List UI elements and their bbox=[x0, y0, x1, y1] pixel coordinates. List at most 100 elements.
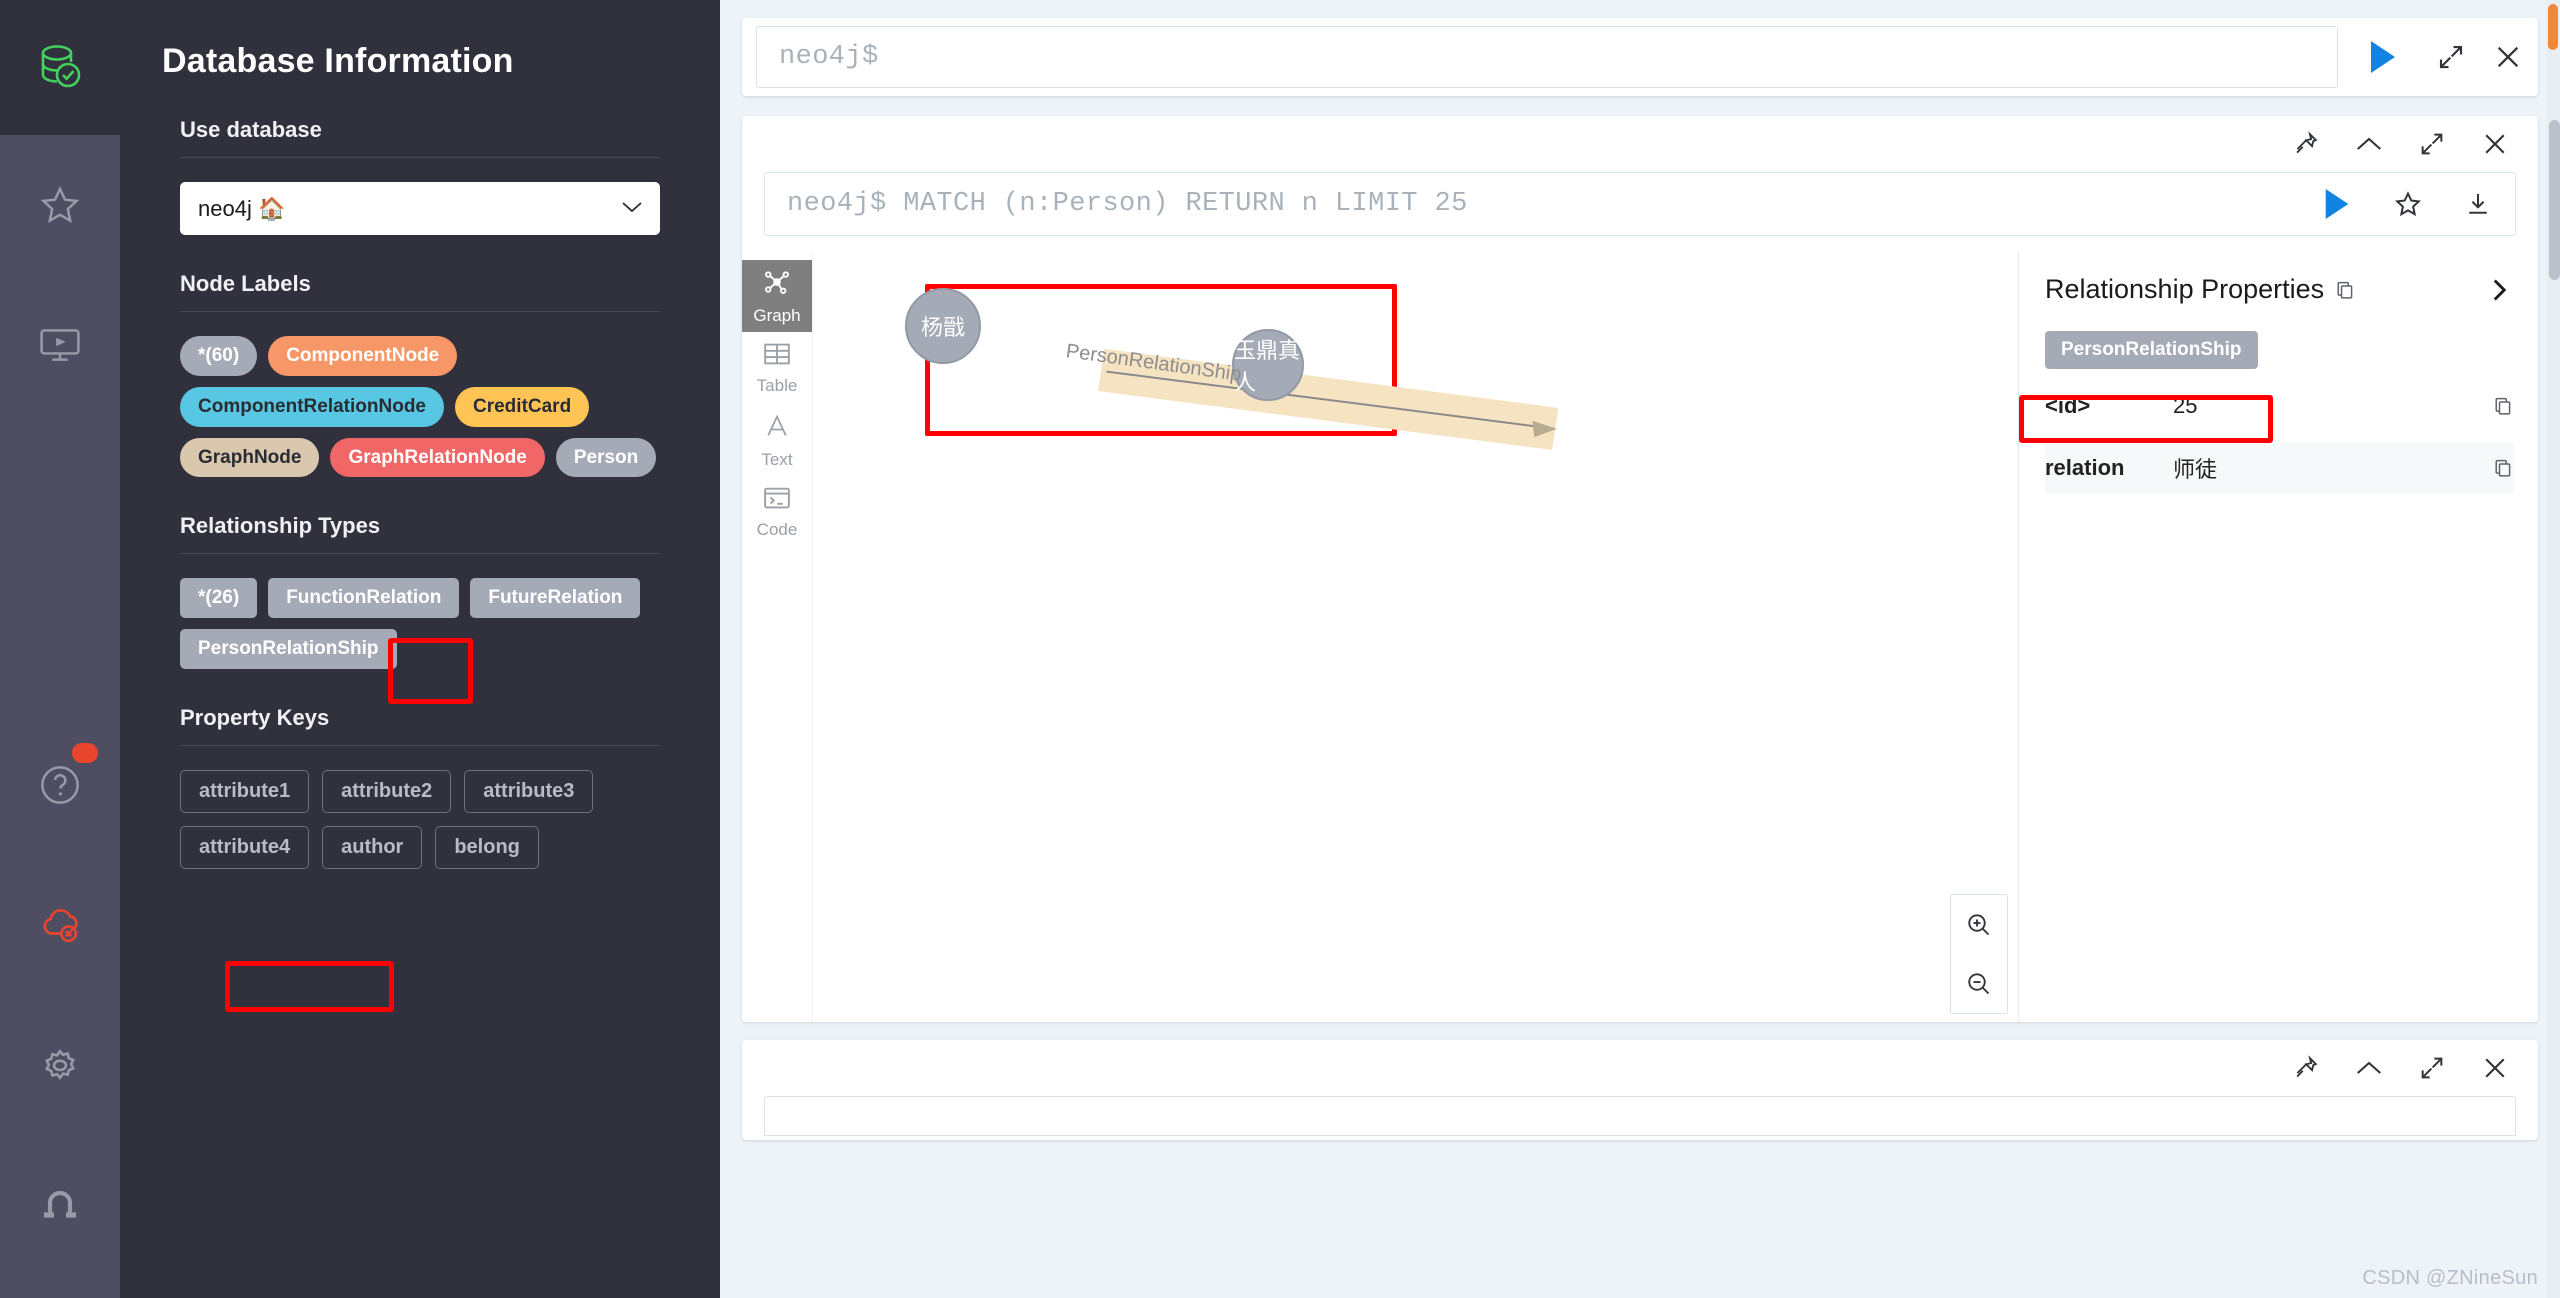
property-row: relation 师徒 bbox=[2045, 443, 2514, 493]
database-information-panel: Database Information Use database neo4j … bbox=[120, 0, 720, 1298]
download-results-button[interactable] bbox=[2463, 189, 2493, 219]
magnifier-minus-icon bbox=[1968, 972, 1990, 994]
rerun-query-button[interactable] bbox=[2321, 186, 2353, 222]
pin-icon bbox=[2296, 1055, 2318, 1078]
tab-text[interactable]: Text bbox=[742, 404, 812, 476]
divider bbox=[180, 311, 660, 312]
result-body: Graph Table Text Code 杨戩 玉鼎真人 PersonRela… bbox=[742, 252, 2538, 1022]
properties-title: Relationship Properties bbox=[2045, 274, 2356, 305]
zoom-out-button[interactable] bbox=[1951, 954, 2007, 1013]
sidebar-item-about[interactable] bbox=[0, 1135, 120, 1275]
neo4j-browser-window: Database Information Use database neo4j … bbox=[0, 0, 2560, 1298]
zoom-in-button[interactable] bbox=[1951, 895, 2007, 954]
collapse-properties-button[interactable] bbox=[2484, 275, 2514, 305]
next-frame-query-box[interactable] bbox=[764, 1096, 2516, 1136]
magnet-icon bbox=[44, 1190, 76, 1218]
close-icon bbox=[2497, 46, 2519, 68]
result-query-text: neo4j$ MATCH (n:Person) RETURN n LIMIT 2… bbox=[787, 189, 1468, 219]
editor-actions bbox=[2338, 38, 2524, 76]
property-rows: <id> 25 relation 师徒 bbox=[2045, 381, 2514, 493]
table-icon bbox=[762, 341, 792, 372]
relationship-type-chip[interactable]: PersonRelationShip bbox=[2045, 331, 2258, 369]
page-title: Database Information bbox=[162, 42, 514, 80]
property-value: 师徒 bbox=[2173, 457, 2218, 482]
properties-title-text: Relationship Properties bbox=[2045, 274, 2325, 304]
play-icon bbox=[2325, 188, 2349, 220]
collapse-frame-button[interactable] bbox=[2354, 134, 2384, 154]
favorite-query-button[interactable] bbox=[2393, 189, 2423, 219]
node-label-pill[interactable]: Person bbox=[555, 437, 657, 478]
tab-graph[interactable]: Graph bbox=[742, 260, 812, 332]
sidebar-item-help[interactable] bbox=[0, 715, 120, 855]
property-key-chip[interactable]: attribute4 bbox=[180, 825, 310, 869]
run-query-button[interactable] bbox=[2356, 38, 2410, 76]
monitor-play-icon bbox=[40, 329, 80, 361]
property-key-chip[interactable]: attribute2 bbox=[322, 769, 452, 813]
collapse-chevron-up-icon bbox=[2357, 1061, 2381, 1074]
property-row: <id> 25 bbox=[2045, 381, 2514, 431]
relationship-type-pill-list: *(26) FunctionRelation FutureRelation Perso… bbox=[180, 578, 660, 669]
graph-node-caption: 玉鼎真人 bbox=[1234, 338, 1301, 395]
sidebar-item-settings[interactable] bbox=[0, 995, 120, 1135]
copy-all-properties-button[interactable] bbox=[2334, 279, 2356, 301]
window-scrollbar[interactable] bbox=[2546, 0, 2560, 1298]
relationship-type-pill[interactable]: FutureRelation bbox=[470, 578, 641, 618]
result-query-row[interactable]: neo4j$ MATCH (n:Person) RETURN n LIMIT 2… bbox=[764, 172, 2516, 236]
chevron-down-icon bbox=[620, 197, 644, 220]
code-terminal-icon bbox=[762, 485, 792, 516]
node-label-pill[interactable]: ComponentNode bbox=[268, 336, 458, 376]
property-key-chip[interactable]: belong bbox=[435, 825, 539, 869]
close-frame-button[interactable] bbox=[2480, 1053, 2510, 1083]
node-label-pill[interactable]: CreditCard bbox=[455, 386, 590, 427]
watermark: CSDN @ZNineSun bbox=[2362, 1267, 2538, 1289]
relationship-type-pill[interactable]: FunctionRelation bbox=[268, 578, 460, 618]
tab-code[interactable]: Code bbox=[742, 476, 812, 548]
node-label-pill[interactable]: ComponentRelationNode bbox=[180, 386, 444, 427]
node-label-pill[interactable]: GraphRelationNode bbox=[330, 437, 545, 478]
relationship-properties-panel: Relationship Properties PersonRelationSh… bbox=[2018, 252, 2538, 1022]
gear-icon bbox=[45, 1049, 75, 1080]
relationship-type-pill[interactable]: *(26) bbox=[180, 578, 258, 618]
highlight-box-person-relationship bbox=[225, 961, 394, 1012]
collapse-frame-button[interactable] bbox=[2354, 1058, 2384, 1078]
help-notification-badge bbox=[72, 743, 98, 763]
close-editor-button[interactable] bbox=[2492, 41, 2524, 73]
pin-frame-button[interactable] bbox=[2292, 130, 2320, 158]
relationship-type-pill[interactable]: PersonRelationShip bbox=[180, 629, 397, 669]
graph-node[interactable]: 杨戩 bbox=[905, 288, 981, 364]
copy-icon bbox=[2495, 459, 2511, 477]
tab-label: Graph bbox=[753, 305, 801, 325]
expand-frame-button[interactable] bbox=[2418, 130, 2446, 158]
expand-editor-button[interactable] bbox=[2436, 42, 2466, 72]
chevron-right-icon bbox=[2493, 278, 2507, 301]
property-key-chip[interactable]: attribute1 bbox=[180, 769, 310, 813]
relationship-types-section: Relationship Types *(26) FunctionRelation… bbox=[120, 513, 720, 669]
graph-canvas[interactable]: 杨戩 玉鼎真人 PersonRelationShip bbox=[812, 252, 2018, 1022]
star-icon bbox=[40, 185, 80, 223]
database-select[interactable]: neo4j 🏠 bbox=[180, 182, 660, 235]
expand-frame-button[interactable] bbox=[2418, 1054, 2446, 1082]
node-label-pill[interactable]: GraphNode bbox=[180, 437, 320, 478]
tab-table[interactable]: Table bbox=[742, 332, 812, 404]
cypher-editor-input[interactable]: neo4j$ bbox=[756, 26, 2338, 88]
property-key-chip[interactable]: attribute3 bbox=[464, 769, 594, 813]
close-icon bbox=[2485, 1058, 2505, 1078]
graph-node[interactable]: 玉鼎真人 bbox=[1232, 329, 1304, 401]
property-key-chip[interactable]: author bbox=[322, 825, 423, 869]
expand-arrows-icon bbox=[2439, 45, 2463, 69]
editor-prompt: neo4j$ bbox=[779, 42, 879, 72]
node-label-pill[interactable]: *(60) bbox=[180, 336, 258, 376]
result-query-actions bbox=[2321, 186, 2493, 222]
sidebar-item-project-files[interactable] bbox=[0, 275, 120, 415]
scrollbar-thumb[interactable] bbox=[2549, 120, 2560, 280]
neo4j-logo bbox=[0, 0, 120, 135]
expand-arrows-icon bbox=[2421, 133, 2443, 155]
close-frame-button[interactable] bbox=[2480, 129, 2510, 159]
sidebar-item-favorites[interactable] bbox=[0, 135, 120, 275]
property-key: <id> bbox=[2045, 393, 2091, 418]
copy-property-button[interactable] bbox=[2484, 395, 2514, 417]
use-database-section: Use database neo4j 🏠 bbox=[120, 117, 720, 235]
copy-property-button[interactable] bbox=[2484, 457, 2514, 479]
sidebar-item-connection-status[interactable] bbox=[0, 855, 120, 995]
pin-frame-button[interactable] bbox=[2292, 1054, 2320, 1082]
